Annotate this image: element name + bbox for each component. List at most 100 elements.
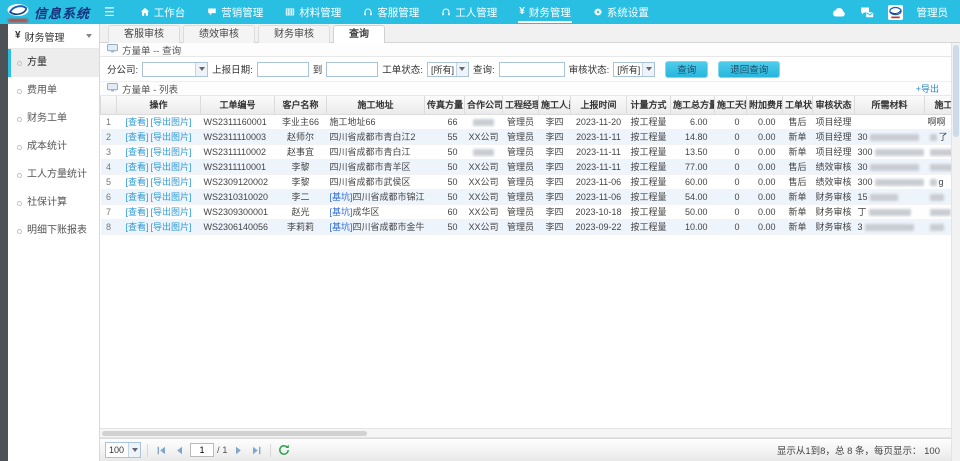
prev-page-button[interactable] xyxy=(172,443,187,458)
sidebar-item-worker-volume-stats[interactable]: 工人方量统计 xyxy=(8,161,99,189)
view-link[interactable]: [查看] xyxy=(125,192,148,202)
sidebar-item-expense-bill[interactable]: 费用单 xyxy=(8,77,99,105)
next-page-button[interactable] xyxy=(231,443,246,458)
nav-item-workers[interactable]: 工人管理 xyxy=(430,0,508,24)
view-link[interactable]: [查看] xyxy=(125,222,148,232)
tab-performance-review[interactable]: 绩效审核 xyxy=(183,25,255,43)
sidebar-item-social-security[interactable]: 社保计算 xyxy=(8,189,99,217)
current-user-name[interactable]: 管理员 xyxy=(917,5,949,20)
work-days-cell: 0 xyxy=(715,204,747,219)
nav-item-customer-service[interactable]: 客服管理 xyxy=(352,0,430,24)
export-image-link[interactable]: [导出图片] xyxy=(151,177,192,187)
redacted-text xyxy=(930,149,952,156)
review-status-select[interactable]: [所有] xyxy=(613,62,655,77)
view-link[interactable]: [查看] xyxy=(125,132,148,142)
user-avatar[interactable] xyxy=(888,5,903,20)
search-input[interactable] xyxy=(499,62,565,77)
sidebar-section-finance[interactable]: ¥ 财务管理 xyxy=(8,24,99,49)
export-image-link[interactable]: [导出图片] xyxy=(151,207,192,217)
view-link[interactable]: [查看] xyxy=(125,162,148,172)
date-to-input[interactable] xyxy=(326,62,378,77)
horizontal-scrollbar[interactable] xyxy=(100,428,951,438)
nav-item-settings[interactable]: 系统设置 xyxy=(582,0,660,24)
last-page-button[interactable] xyxy=(249,443,264,458)
row-actions: [查看][导出图片] xyxy=(117,189,201,204)
topbar-right-tools: 管理员 xyxy=(832,5,960,20)
partner-company-cell xyxy=(465,144,503,159)
sidebar: ¥ 财务管理 方量费用单财务工单成本统计工人方量统计社保计算明细下账报表 xyxy=(8,24,100,461)
fax-volume-cell: 66 xyxy=(425,114,465,129)
nav-item-materials[interactable]: 材料管理 xyxy=(274,0,352,24)
row-number: 4 xyxy=(101,159,117,174)
view-link[interactable]: [查看] xyxy=(125,147,148,157)
order-status-select[interactable]: [所有] xyxy=(427,62,469,77)
tab-customer-review[interactable]: 客服审核 xyxy=(108,25,180,43)
logo-subtext-redacted xyxy=(8,19,28,22)
empty-area xyxy=(100,235,960,429)
chevron-down-icon xyxy=(86,34,92,38)
first-page-button[interactable] xyxy=(154,443,169,458)
menu-toggle-icon[interactable]: ☰ xyxy=(96,0,123,24)
nav-item-label: 客服管理 xyxy=(377,5,419,20)
redacted-text xyxy=(870,134,919,141)
return-query-button[interactable]: 退回查询 xyxy=(718,61,780,78)
extra-fee-cell: 0.00 xyxy=(747,189,783,204)
export-image-link[interactable]: [导出图片] xyxy=(151,222,192,232)
scope-cell: 啊啊 xyxy=(925,114,952,129)
pit-tag: [基坑] xyxy=(330,222,353,232)
materials-cell: 3 xyxy=(855,219,925,234)
combo-arrow-icon[interactable] xyxy=(195,63,207,76)
redacted-text xyxy=(930,224,944,231)
page-size-select[interactable]: 100 xyxy=(105,442,141,458)
row-actions: [查看][导出图片] xyxy=(117,219,201,234)
column-header: 施工天数 xyxy=(715,96,747,114)
export-image-link[interactable]: [导出图片] xyxy=(151,117,192,127)
scope-cell xyxy=(925,189,952,204)
sidebar-item-volume[interactable]: 方量 xyxy=(8,49,99,77)
page-number-input[interactable] xyxy=(190,443,214,457)
export-image-link[interactable]: [导出图片] xyxy=(151,192,192,202)
nav-item-finance[interactable]: ¥财务管理 xyxy=(508,0,582,24)
redacted-text xyxy=(930,164,952,171)
app-window: 信息系统 ☰ 工作台营销管理材料管理客服管理工人管理¥财务管理系统设置 管理员 … xyxy=(0,0,960,461)
customer-name-cell: 赵师尔 xyxy=(275,129,327,144)
export-link[interactable]: +导出 xyxy=(916,82,939,95)
branch-select[interactable] xyxy=(142,62,208,77)
export-image-link[interactable]: [导出图片] xyxy=(151,147,192,157)
vertical-scrollbar-thumb[interactable] xyxy=(953,45,959,137)
view-link[interactable]: [查看] xyxy=(125,207,148,217)
view-link[interactable]: [查看] xyxy=(125,177,148,187)
sidebar-item-detail-ledger-report[interactable]: 明细下账报表 xyxy=(8,217,99,245)
sidebar-item-cost-stats[interactable]: 成本统计 xyxy=(8,133,99,161)
sidebar-item-finance-workorder[interactable]: 财务工单 xyxy=(8,105,99,133)
scope-cell: g xyxy=(925,174,952,189)
cloud-download-icon[interactable] xyxy=(832,7,846,17)
view-link[interactable]: [查看] xyxy=(125,117,148,127)
order-status-cell: 售后 xyxy=(783,174,813,189)
row-number: 2 xyxy=(101,129,117,144)
app-logo: 信息系统 xyxy=(0,3,96,22)
export-image-link[interactable]: [导出图片] xyxy=(151,132,192,142)
combo-arrow-icon[interactable] xyxy=(642,63,654,76)
worker-cell: 李四 xyxy=(539,144,571,159)
table-row: 7[查看][导出图片]WS2309300001赵光[基坑]成华区60XX公司管理… xyxy=(101,204,952,219)
export-image-link[interactable]: [导出图片] xyxy=(151,162,192,172)
date-from-input[interactable] xyxy=(257,62,309,77)
order-status-cell: 售后 xyxy=(783,159,813,174)
fax-volume-cell: 55 xyxy=(425,129,465,144)
combo-arrow-icon[interactable] xyxy=(456,63,468,76)
messages-icon[interactable] xyxy=(860,7,874,18)
order-status-cell: 新单 xyxy=(783,219,813,234)
nav-item-workbench[interactable]: 工作台 xyxy=(129,0,197,24)
combo-arrow-icon[interactable] xyxy=(128,443,140,457)
tab-finance-review[interactable]: 财务审核 xyxy=(258,25,330,43)
nav-item-marketing[interactable]: 营销管理 xyxy=(196,0,274,24)
extra-fee-cell: 0.00 xyxy=(747,129,783,144)
tab-query[interactable]: 查询 xyxy=(333,25,385,43)
horizontal-scrollbar-thumb[interactable] xyxy=(102,431,367,436)
vertical-scrollbar[interactable] xyxy=(951,43,960,461)
sidebar-menu: 方量费用单财务工单成本统计工人方量统计社保计算明细下账报表 xyxy=(8,49,99,245)
fax-volume-cell: 50 xyxy=(425,219,465,234)
query-button[interactable]: 查询 xyxy=(665,61,708,78)
refresh-button[interactable] xyxy=(277,443,292,458)
